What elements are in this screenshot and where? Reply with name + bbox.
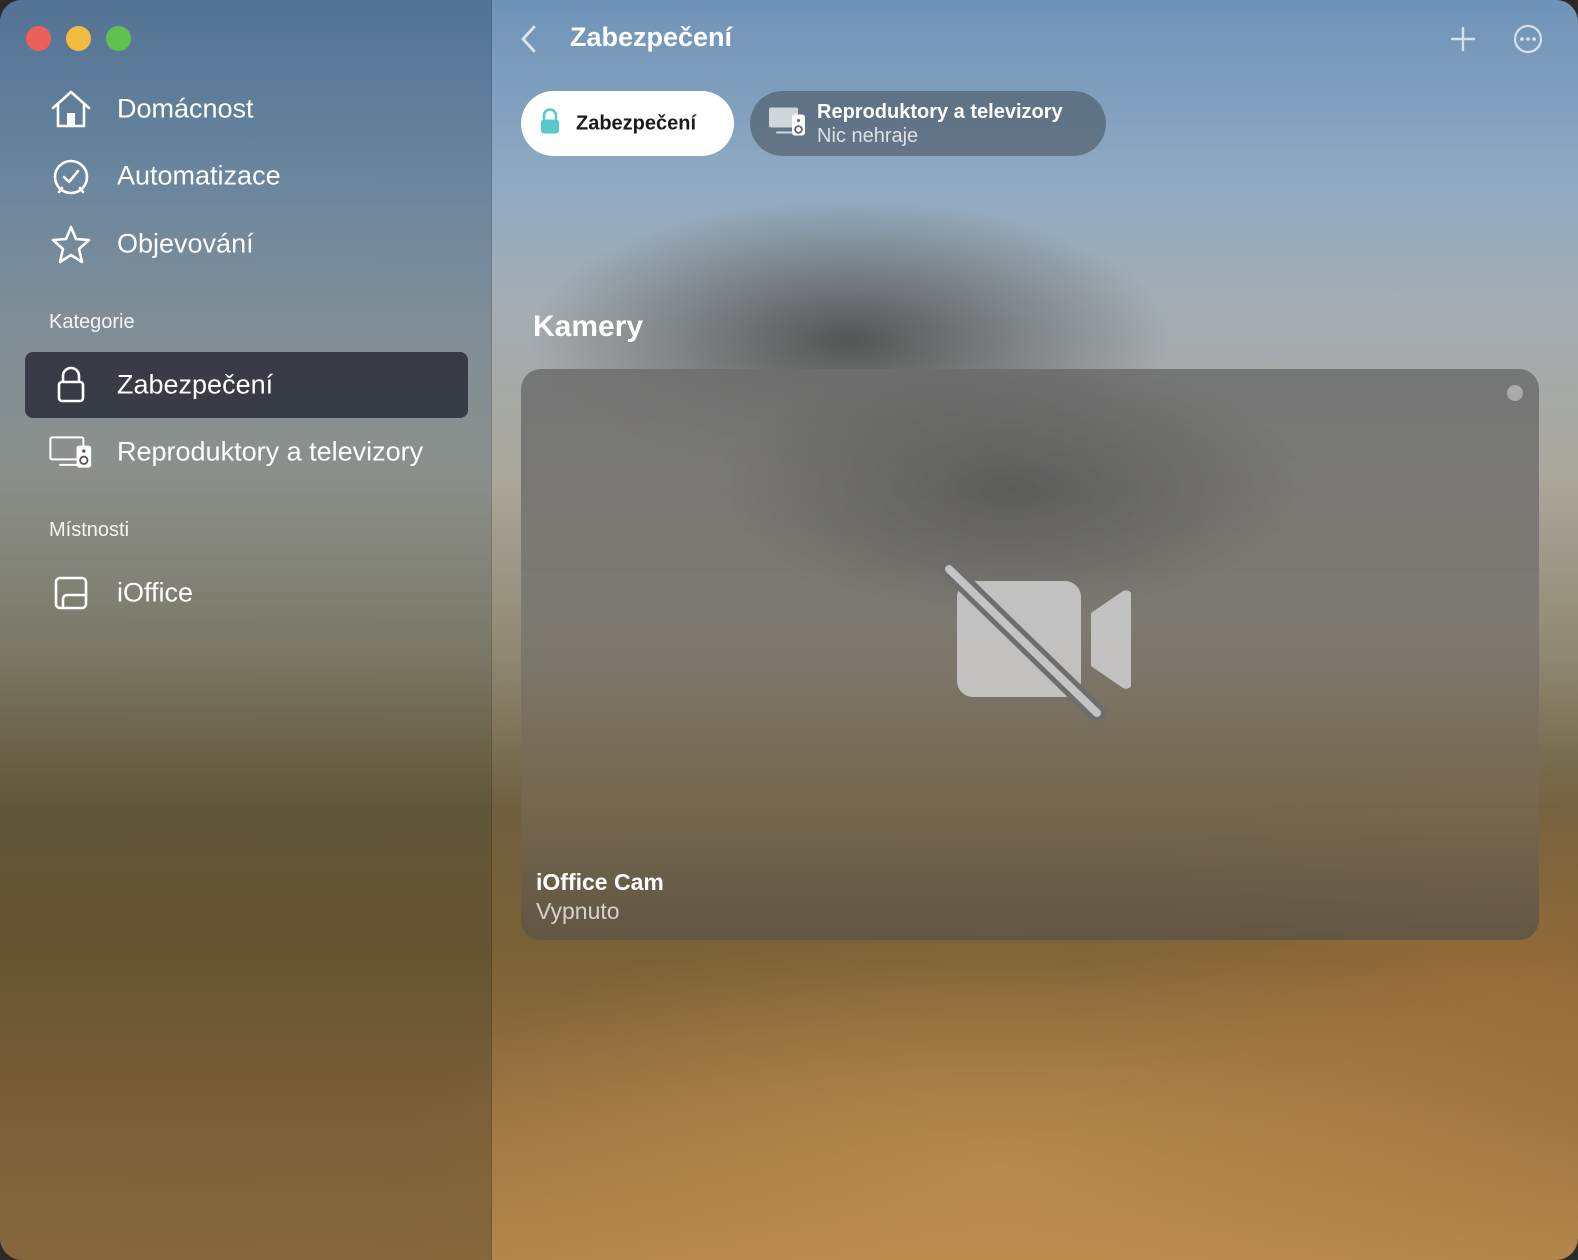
sidebar-item-label: Reproduktory a televizory	[117, 436, 424, 467]
sidebar-item-label: Automatizace	[117, 160, 281, 191]
sidebar-item-label: Zabezpečení	[117, 369, 274, 400]
room-icon	[49, 571, 93, 615]
filter-pill-zabezpeceni[interactable]: Zabezpečení	[521, 91, 734, 156]
add-button[interactable]	[1446, 22, 1480, 56]
main-content: Zabezpečení Zabezpečení Reproduktory a t…	[492, 0, 1578, 1260]
chevron-left-icon	[521, 25, 536, 53]
tv-speaker-icon	[49, 430, 93, 474]
tv-speaker-icon	[768, 105, 806, 142]
plus-icon	[1450, 26, 1476, 52]
camera-status: Vypnuto	[536, 898, 620, 924]
sidebar-item-automatizace[interactable]: Automatizace	[25, 143, 468, 209]
back-button[interactable]	[514, 22, 544, 56]
video-off-icon	[931, 560, 1132, 722]
zoom-window-button[interactable]	[106, 26, 131, 51]
filter-pill-sublabel: Nic nehraje	[817, 125, 919, 147]
rooms-heading: Místnosti	[49, 519, 130, 541]
clock-check-icon	[49, 154, 93, 198]
lock-icon	[539, 107, 561, 140]
more-button[interactable]	[1511, 22, 1545, 56]
filter-pill-label: Reproduktory a televizory	[817, 101, 1063, 123]
camera-tile[interactable]: iOffice Cam Vypnuto	[521, 369, 1539, 940]
app-window: Domácnost Automatizace Objevování Katego…	[0, 0, 1578, 1260]
cameras-section-title: Kamery	[533, 310, 644, 343]
house-icon	[49, 87, 93, 131]
star-icon	[49, 222, 93, 266]
sidebar-item-label: iOffice	[117, 577, 194, 608]
close-window-button[interactable]	[26, 26, 51, 51]
sidebar: Domácnost Automatizace Objevování Katego…	[0, 0, 492, 1260]
sidebar-item-zabezpeceni[interactable]: Zabezpečení	[25, 352, 468, 418]
page-title: Zabezpečení	[570, 22, 733, 52]
ellipsis-circle-icon	[1513, 24, 1543, 54]
filter-pill-reproduktory[interactable]: Reproduktory a televizory Nic nehraje	[750, 91, 1106, 156]
filter-pill-label: Zabezpečení	[576, 112, 697, 134]
sidebar-item-reproduktory[interactable]: Reproduktory a televizory	[25, 419, 468, 485]
sidebar-item-label: Objevování	[117, 228, 254, 259]
camera-name: iOffice Cam	[536, 869, 664, 895]
categories-heading: Kategorie	[49, 311, 135, 333]
sidebar-item-ioffice[interactable]: iOffice	[25, 560, 468, 626]
sidebar-item-domacnost[interactable]: Domácnost	[25, 76, 468, 142]
minimize-window-button[interactable]	[66, 26, 91, 51]
lock-icon	[49, 363, 93, 407]
sidebar-item-objevovani[interactable]: Objevování	[25, 211, 468, 277]
status-dot-icon	[1507, 385, 1523, 401]
sidebar-item-label: Domácnost	[117, 93, 254, 124]
